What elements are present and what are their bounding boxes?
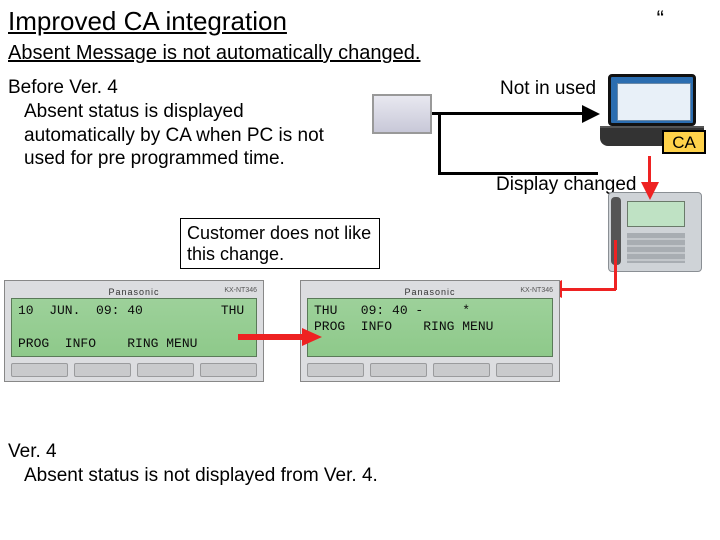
arrow-pc-to-laptop — [432, 112, 602, 115]
subtitle: Absent Message is not automatically chan… — [8, 42, 420, 65]
ver4-heading: Ver. 4 — [8, 441, 57, 462]
quote-mark: “ — [657, 6, 664, 32]
ver4-block: Ver. 4 Absent status is not displayed fr… — [8, 440, 378, 488]
lcd-line: 10 JUN. 09: 40 THU — [18, 303, 244, 318]
lcd-line: PROG INFO RING MENU — [18, 336, 197, 351]
arrow-panel-to-panel — [238, 330, 322, 344]
softkey — [496, 363, 553, 377]
lcd-line — [18, 319, 26, 334]
before-heading: Before Ver. 4 — [8, 77, 118, 98]
softkey — [137, 363, 194, 377]
softkey — [433, 363, 490, 377]
softkey — [200, 363, 257, 377]
softkey — [307, 363, 364, 377]
lcd-panel-after: Panasonic KX-NT346 THU 09: 40 - * PROG I… — [300, 280, 560, 382]
lcd-screen: THU 09: 40 - * PROG INFO RING MENU — [307, 298, 553, 357]
phone-icon — [608, 192, 708, 282]
before-block: Before Ver. 4 Absent status is displayed… — [8, 76, 328, 171]
panel-softkeys — [11, 363, 257, 377]
ver4-body: Absent status is not displayed from Ver.… — [24, 464, 378, 488]
softkey — [11, 363, 68, 377]
lcd-screen: 10 JUN. 09: 40 THU PROG INFO RING MENU — [11, 298, 257, 357]
label-not-in-used: Not in used — [500, 78, 596, 100]
lcd-line: PROG INFO RING MENU — [314, 319, 493, 334]
page-title: Improved CA integration — [8, 6, 287, 37]
lcd-line: THU 09: 40 - * — [314, 303, 470, 318]
lcd-panel-before: Panasonic KX-NT346 10 JUN. 09: 40 THU PR… — [4, 280, 264, 382]
softkey — [74, 363, 131, 377]
dislike-box: Customer does not like this change. — [180, 218, 380, 269]
panel-softkeys — [307, 363, 553, 377]
pc-icon — [372, 94, 432, 134]
before-body: Absent status is displayed automatically… — [24, 100, 328, 171]
ca-badge: CA — [662, 130, 706, 154]
softkey — [370, 363, 427, 377]
